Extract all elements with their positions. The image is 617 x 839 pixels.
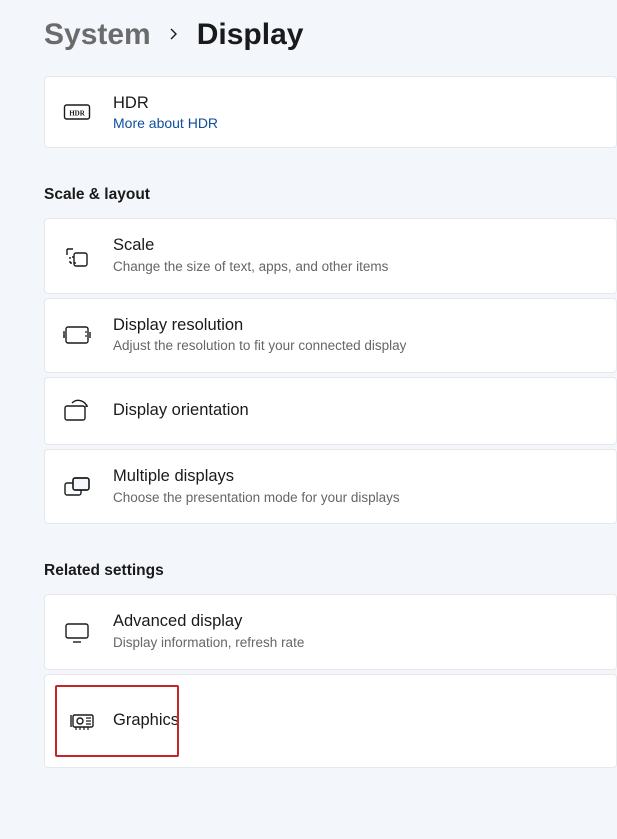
orientation-icon <box>63 397 91 425</box>
advanced-display-card[interactable]: Advanced display Display information, re… <box>44 594 617 669</box>
breadcrumb-parent[interactable]: System <box>44 18 151 52</box>
resolution-icon <box>63 321 91 349</box>
resolution-card[interactable]: Display resolution Adjust the resolution… <box>44 298 617 373</box>
orientation-title: Display orientation <box>113 400 598 421</box>
section-related-title: Related settings <box>44 562 617 580</box>
multiple-displays-sub: Choose the presentation mode for your di… <box>113 489 598 508</box>
section-scale-title: Scale & layout <box>44 186 617 204</box>
advanced-display-title: Advanced display <box>113 611 598 632</box>
scale-icon <box>63 242 91 270</box>
svg-text:HDR: HDR <box>69 110 86 118</box>
multiple-displays-title: Multiple displays <box>113 466 598 487</box>
resolution-sub: Adjust the resolution to fit your connec… <box>113 337 598 356</box>
multiple-displays-card[interactable]: Multiple displays Choose the presentatio… <box>44 449 617 524</box>
graphics-card[interactable]: Graphics <box>55 685 179 757</box>
advanced-display-sub: Display information, refresh rate <box>113 634 598 653</box>
breadcrumb: System Display <box>44 0 617 76</box>
multiple-displays-icon <box>63 473 91 501</box>
scale-sub: Change the size of text, apps, and other… <box>113 258 598 277</box>
graphics-icon <box>69 707 97 735</box>
hdr-link[interactable]: More about HDR <box>113 115 598 131</box>
hdr-icon: HDR <box>63 98 91 126</box>
chevron-right-icon <box>169 25 179 46</box>
scale-card[interactable]: Scale Change the size of text, apps, and… <box>44 218 617 293</box>
scale-title: Scale <box>113 235 598 256</box>
graphics-title: Graphics <box>113 710 179 731</box>
resolution-title: Display resolution <box>113 315 598 336</box>
hdr-title: HDR <box>113 93 598 114</box>
orientation-card[interactable]: Display orientation <box>44 377 617 445</box>
breadcrumb-current: Display <box>197 18 304 52</box>
hdr-card[interactable]: HDR HDR More about HDR <box>44 76 617 148</box>
monitor-icon <box>63 618 91 646</box>
